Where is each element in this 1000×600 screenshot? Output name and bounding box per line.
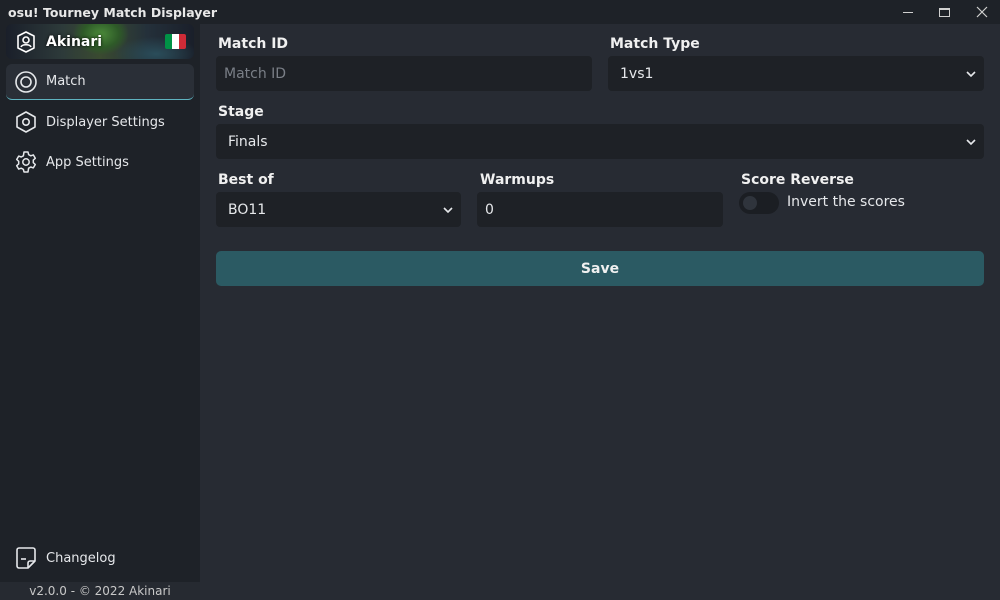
score-reverse-toggle[interactable]	[739, 192, 779, 214]
sidebar-item-changelog[interactable]: Changelog	[6, 540, 194, 576]
sidebar-item-label: Displayer Settings	[46, 114, 165, 130]
chevron-down-icon	[443, 206, 453, 213]
chevron-down-icon	[966, 138, 976, 145]
sidebar-item-label: Match	[46, 74, 86, 89]
sidebar: Akinari Match Displayer Settings App Set…	[0, 24, 200, 600]
maximize-icon	[939, 7, 950, 17]
toggle-knob	[743, 196, 757, 210]
flag-stripe-red	[179, 34, 186, 49]
match-id-input[interactable]	[216, 56, 592, 91]
score-reverse-label: Score Reverse	[741, 172, 854, 188]
invert-scores-label: Invert the scores	[787, 194, 905, 210]
warmups-input[interactable]	[477, 192, 723, 227]
sidebar-item-app-settings[interactable]: App Settings	[6, 144, 194, 180]
match-form: Match ID Match Type 1vs1 Stage Finals Be…	[200, 24, 1000, 600]
close-icon	[976, 6, 987, 18]
best-of-value: BO11	[228, 201, 267, 218]
stage-value: Finals	[228, 133, 268, 150]
stage-select[interactable]: Finals	[216, 124, 984, 159]
flag-stripe-green	[165, 34, 172, 49]
profile-card[interactable]: Akinari	[6, 24, 194, 59]
match-id-label: Match ID	[218, 36, 289, 52]
version-footer: v2.0.0 - © 2022 Akinari	[0, 582, 200, 600]
chevron-down-icon	[966, 70, 976, 77]
stage-label: Stage	[218, 104, 264, 120]
best-of-label: Best of	[218, 172, 274, 188]
avatar	[12, 28, 40, 56]
close-button[interactable]	[963, 0, 1000, 24]
title-bar: osu! Tourney Match Displayer	[0, 0, 1000, 24]
save-button[interactable]: Save	[216, 251, 984, 286]
maximize-button[interactable]	[926, 0, 963, 24]
best-of-select[interactable]: BO11	[216, 192, 461, 227]
match-type-select[interactable]: 1vs1	[608, 56, 984, 91]
username: Akinari	[46, 33, 103, 50]
target-icon	[14, 70, 38, 94]
window-controls	[889, 0, 1000, 24]
note-icon	[14, 546, 38, 570]
match-type-label: Match Type	[610, 36, 700, 52]
italy-flag-icon	[165, 34, 186, 49]
sidebar-item-displayer-settings[interactable]: Displayer Settings	[6, 104, 194, 140]
sidebar-item-match[interactable]: Match	[6, 64, 194, 100]
window-title: osu! Tourney Match Displayer	[8, 4, 218, 20]
warmups-label: Warmups	[480, 172, 555, 188]
user-shield-icon	[17, 30, 35, 53]
minimize-button[interactable]	[889, 0, 926, 24]
flag-stripe-white	[172, 34, 179, 49]
match-type-value: 1vs1	[620, 65, 654, 82]
sidebar-item-label: App Settings	[46, 154, 129, 170]
sidebar-item-label: Changelog	[46, 550, 116, 566]
hexagon-gear-icon	[14, 110, 38, 134]
minimize-icon	[902, 11, 913, 13]
gear-icon	[14, 150, 38, 174]
